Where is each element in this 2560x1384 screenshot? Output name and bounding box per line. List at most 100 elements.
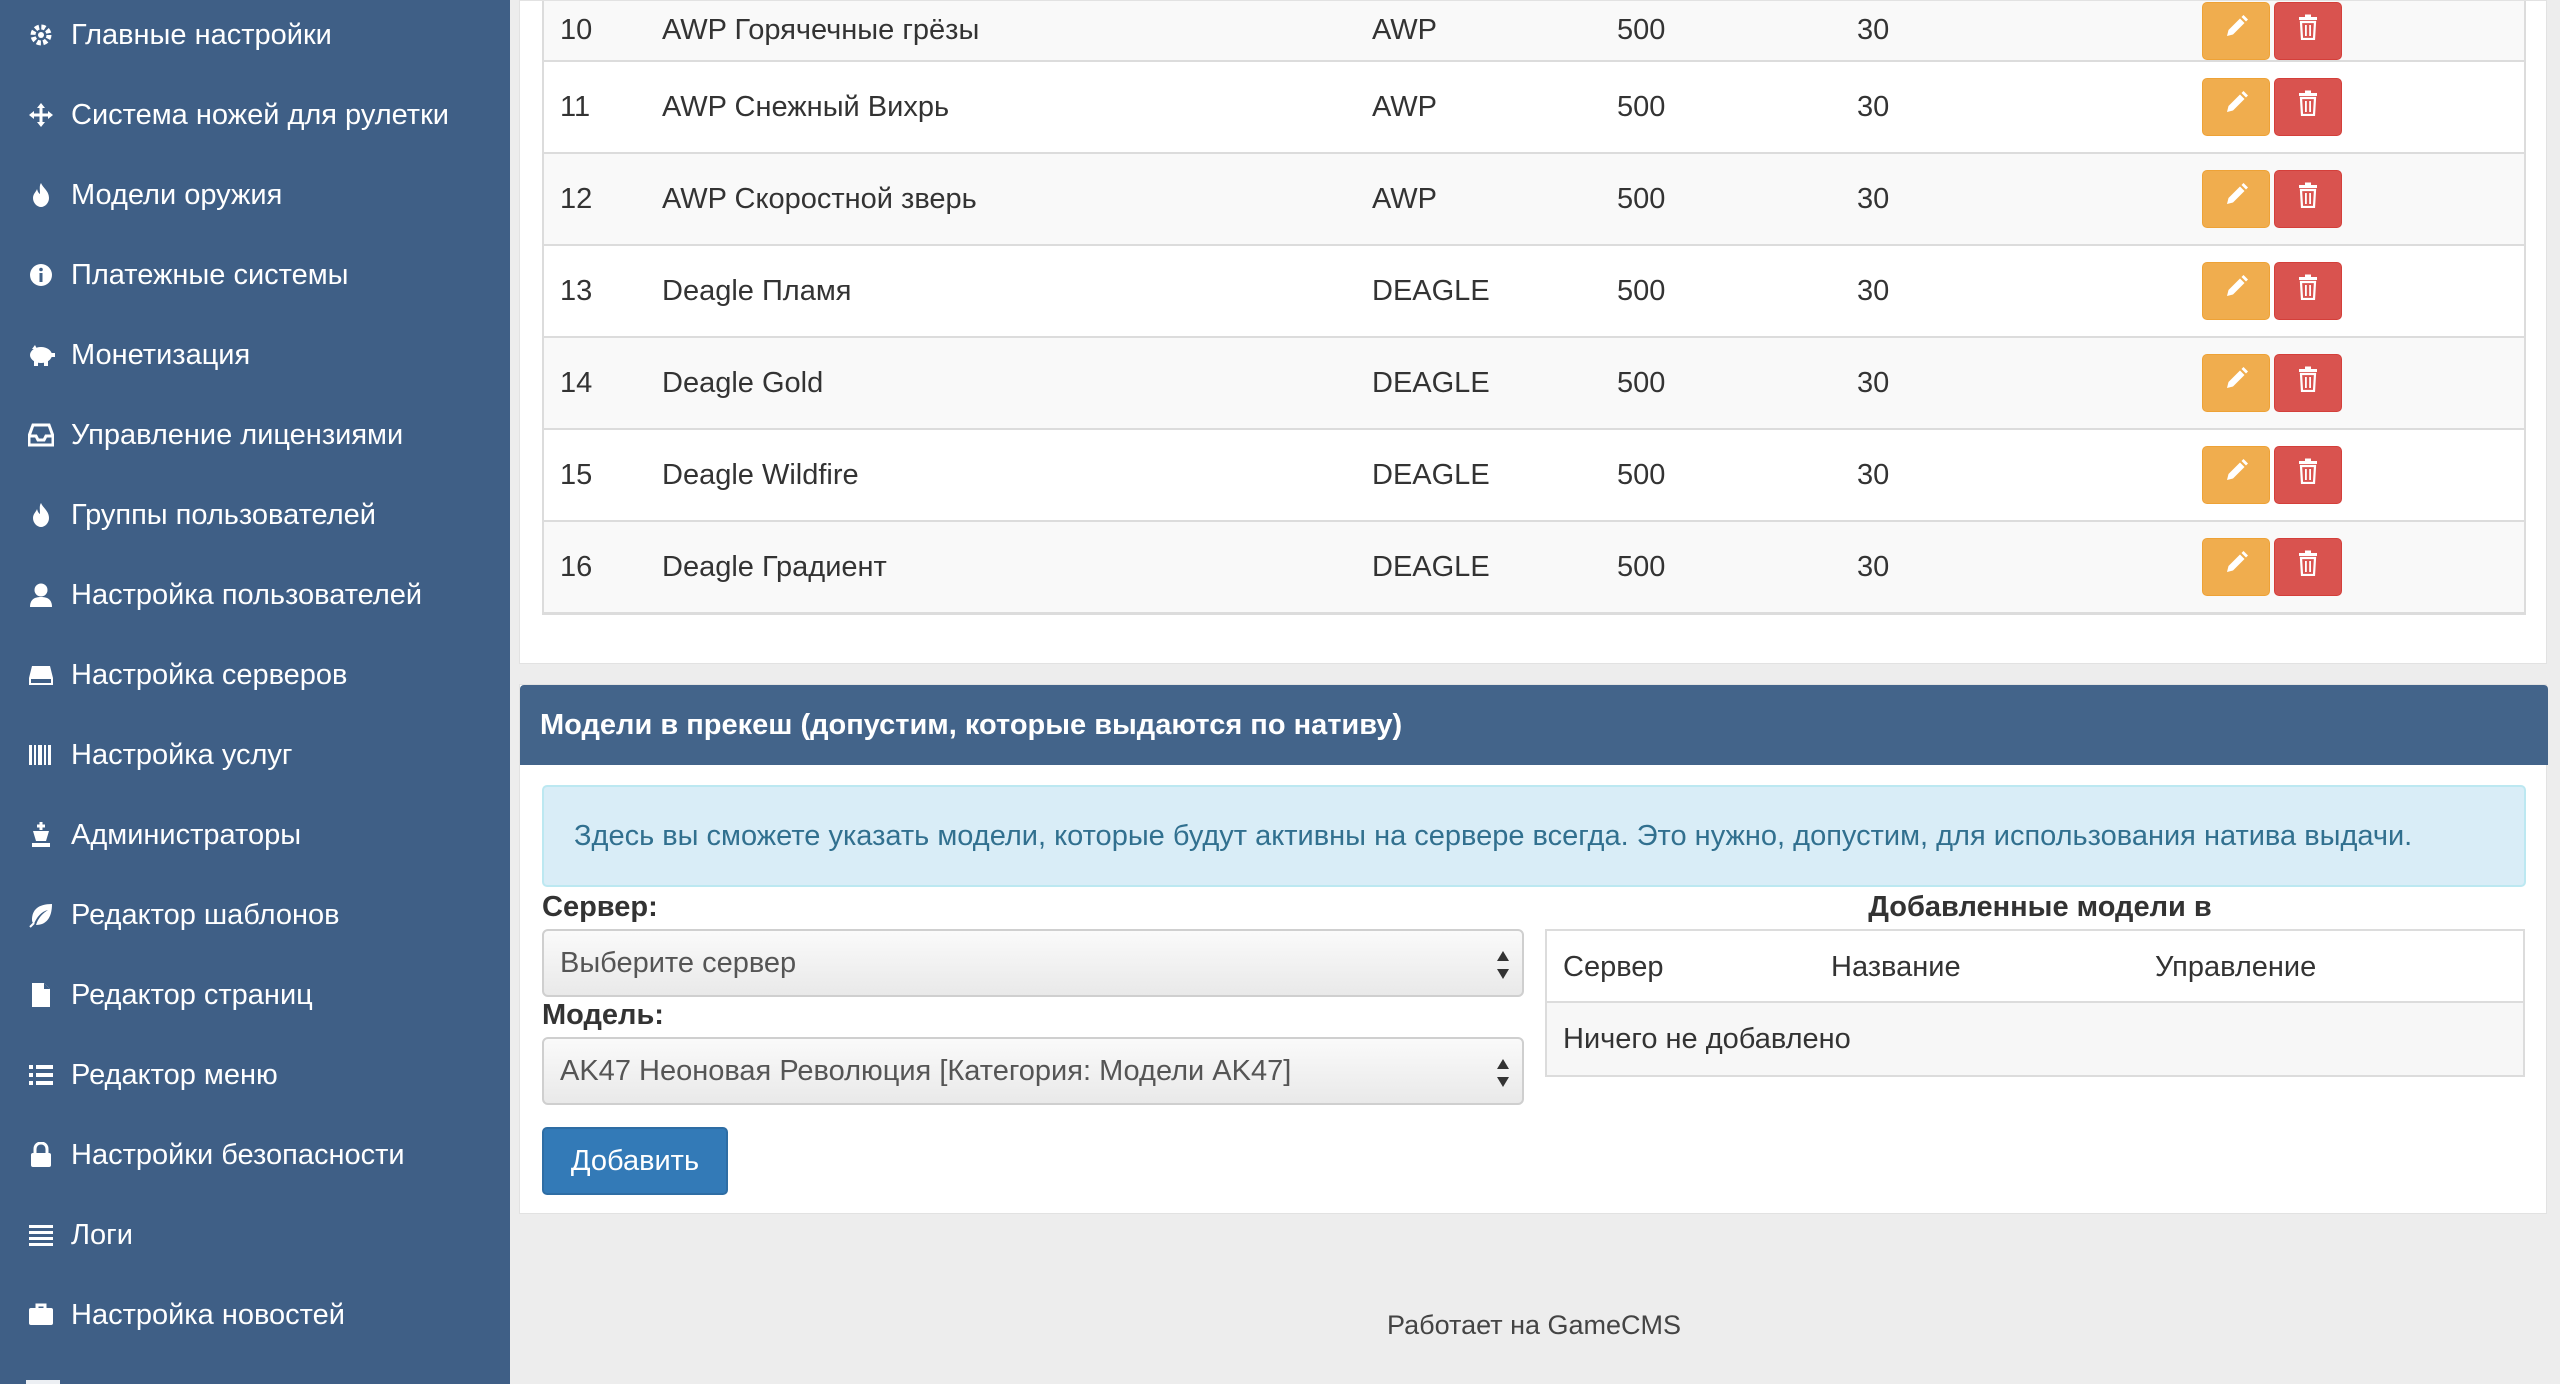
leaf-icon — [26, 900, 56, 930]
sidebar-item-template-editor[interactable]: Редактор шаблонов — [0, 875, 510, 955]
edit-button[interactable] — [2202, 446, 2270, 504]
table-row: 11 AWP Снежный Вихрь AWP 500 30 — [542, 61, 2526, 154]
cell-term: 30 — [1857, 153, 2202, 246]
sidebar-item-menu-editor[interactable]: Редактор меню — [0, 1035, 510, 1115]
sidebar-item-payment-systems[interactable]: Платежные системы — [0, 235, 510, 315]
sidebar: Главные настройки Система ножей для руле… — [0, 0, 510, 1384]
table-row: 12 AWP Скоростной зверь AWP 500 30 — [542, 153, 2526, 246]
footer-text: Работает на GameCMS — [1387, 1310, 1682, 1340]
edit-button[interactable] — [2202, 262, 2270, 320]
cell-id: 14 — [542, 337, 662, 430]
cell-name: Deagle Wildfire — [662, 429, 1372, 522]
edit-button[interactable] — [2202, 170, 2270, 228]
cell-term: 30 — [1857, 245, 2202, 338]
server-select[interactable]: Выберите сервер — [542, 929, 1524, 997]
cell-price: 500 — [1617, 245, 1857, 338]
cell-weapon: DEAGLE — [1372, 337, 1617, 430]
pencil-icon — [2223, 182, 2249, 216]
sidebar-item-administrators[interactable]: Администраторы — [0, 795, 510, 875]
delete-button[interactable] — [2274, 1, 2342, 60]
cell-actions — [2202, 521, 2526, 614]
edit-button[interactable] — [2202, 78, 2270, 136]
sidebar-item-service-settings[interactable]: Настройка услуг — [0, 715, 510, 795]
delete-button[interactable] — [2274, 262, 2342, 320]
edit-button[interactable] — [2202, 354, 2270, 412]
sidebar-item-security-settings[interactable]: Настройки безопасности — [0, 1115, 510, 1195]
edit-button[interactable] — [2202, 1, 2270, 60]
cell-weapon: DEAGLE — [1372, 521, 1617, 614]
cell-id: 15 — [542, 429, 662, 522]
add-button[interactable]: Добавить — [542, 1127, 728, 1195]
cell-id: 13 — [542, 245, 662, 338]
table-row: 14 Deagle Gold DEAGLE 500 30 — [542, 337, 2526, 430]
user-icon — [26, 580, 56, 610]
sidebar-item-knives[interactable]: Система ножей для рулетки — [0, 75, 510, 155]
column-header-name: Название — [1831, 951, 1961, 983]
sidebar-item-label: Редактор шаблонов — [71, 898, 340, 931]
cell-name: AWP Горячечные грёзы — [662, 1, 1372, 62]
trash-icon — [2297, 14, 2319, 48]
cell-term: 30 — [1857, 61, 2202, 154]
edit-button[interactable] — [2202, 538, 2270, 596]
sidebar-item-logs[interactable]: Логи — [0, 1195, 510, 1275]
precache-panel: Модели в прекеш (допустим, которые выдаю… — [519, 684, 2548, 1214]
sidebar-item-label: Редактор страниц — [71, 978, 313, 1011]
hdd-icon — [26, 660, 56, 690]
piggy-bank-icon — [26, 340, 56, 370]
delete-button[interactable] — [2274, 446, 2342, 504]
move-icon — [26, 100, 56, 130]
lock-icon — [26, 1140, 56, 1170]
fire-icon — [26, 500, 56, 530]
list-icon — [26, 1060, 56, 1090]
info-icon — [26, 260, 56, 290]
delete-button[interactable] — [2274, 354, 2342, 412]
sidebar-item-weapon-models[interactable]: Модели оружия — [0, 155, 510, 235]
cell-id: 10 — [542, 1, 662, 62]
added-models-header: Сервер Название Управление — [1547, 931, 2523, 1003]
sidebar-item-label: Система ножей для рулетки — [71, 98, 449, 131]
sidebar-item-server-settings[interactable]: Настройка серверов — [0, 635, 510, 715]
sidebar-item-label: Администраторы — [71, 818, 302, 851]
weapon-models-table: 10 AWP Горячечные грёзы AWP 500 30 11 AWP Снеж… — [542, 1, 2526, 614]
cell-weapon: AWP — [1372, 153, 1617, 246]
sidebar-item-user-groups[interactable]: Группы пользователей — [0, 475, 510, 555]
cell-term: 30 — [1857, 521, 2202, 614]
delete-button[interactable] — [2274, 78, 2342, 136]
sidebar-item-label: Редактор меню — [71, 1058, 278, 1091]
sidebar-item-label: Управление лицензиями — [71, 418, 404, 451]
sidebar-item-label: Главные настройки — [71, 18, 332, 51]
cell-actions — [2202, 429, 2526, 522]
cell-name: Deagle Градиент — [662, 521, 1372, 614]
model-select[interactable]: AK47 Неоновая Революция [Категория: Моде… — [542, 1037, 1524, 1105]
trash-icon — [2297, 182, 2319, 216]
trash-icon — [2297, 550, 2319, 584]
cell-price: 500 — [1617, 61, 1857, 154]
trash-icon — [2297, 366, 2319, 400]
cell-id: 16 — [542, 521, 662, 614]
sidebar-item-user-settings[interactable]: Настройка пользователей — [0, 555, 510, 635]
cell-name: AWP Снежный Вихрь — [662, 61, 1372, 154]
cell-actions — [2202, 245, 2526, 338]
sidebar-item-label: Настройка пользователей — [71, 578, 423, 611]
trash-icon — [2297, 458, 2319, 492]
sidebar-item-label: Настройка услуг — [71, 738, 293, 771]
table-row: 16 Deagle Градиент DEAGLE 500 30 — [542, 521, 2526, 614]
delete-button[interactable] — [2274, 538, 2342, 596]
align-justify-icon — [26, 1220, 56, 1250]
table-row: 13 Deagle Пламя DEAGLE 500 30 — [542, 245, 2526, 338]
cell-actions — [2202, 61, 2526, 154]
sidebar-item-label: Платежные системы — [71, 258, 349, 291]
sidebar-item-news-settings[interactable]: Настройка новостей — [0, 1275, 510, 1355]
sidebar-item-label: Настройка новостей — [71, 1298, 345, 1331]
column-header-actions: Управление — [2155, 951, 2317, 983]
sidebar-item-label: Монетизация — [71, 338, 251, 371]
delete-button[interactable] — [2274, 170, 2342, 228]
sidebar-item-main-settings[interactable]: Главные настройки — [0, 0, 510, 75]
sidebar-item-monetization[interactable]: Монетизация — [0, 315, 510, 395]
cell-weapon: DEAGLE — [1372, 245, 1617, 338]
table-row: 10 AWP Горячечные грёзы AWP 500 30 — [542, 1, 2526, 62]
sidebar-item-licenses[interactable]: Управление лицензиями — [0, 395, 510, 475]
sidebar-item-page-editor[interactable]: Редактор страниц — [0, 955, 510, 1035]
trash-icon — [2297, 274, 2319, 308]
pencil-icon — [2223, 366, 2249, 400]
